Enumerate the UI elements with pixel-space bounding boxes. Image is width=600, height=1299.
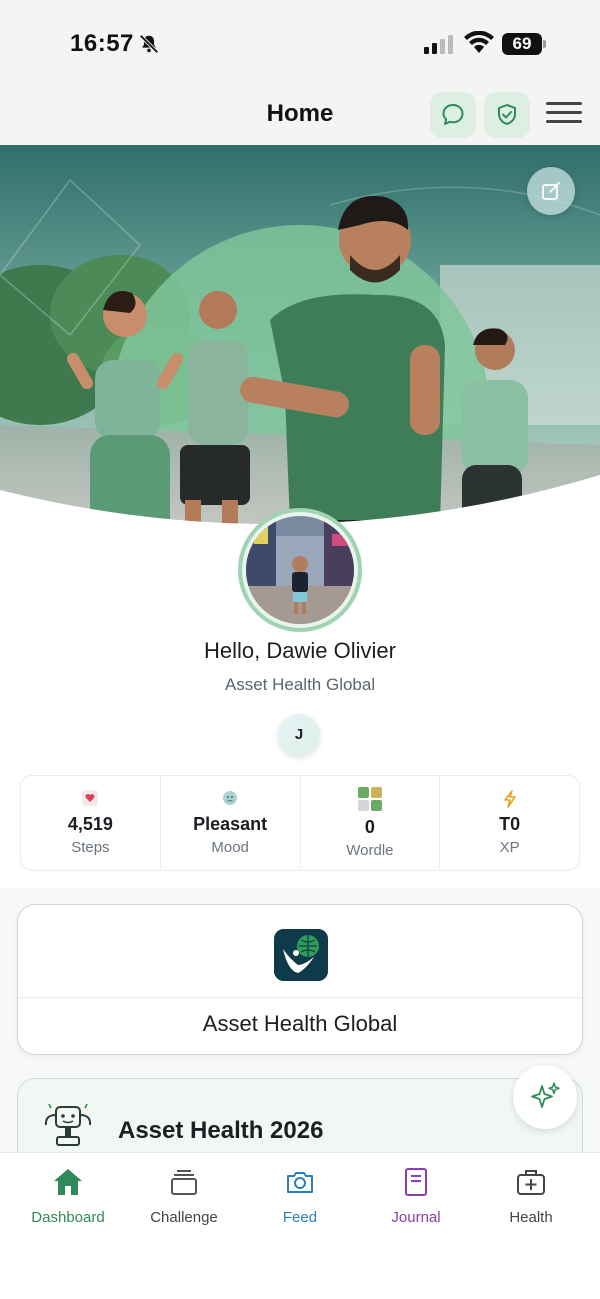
wordle-grid-icon bbox=[357, 787, 382, 811]
profile-avatar[interactable] bbox=[238, 508, 362, 632]
ai-assistant-button[interactable] bbox=[513, 1065, 577, 1129]
user-initial-badge[interactable]: J bbox=[278, 714, 320, 756]
tab-health[interactable]: Health bbox=[476, 1165, 586, 1226]
hero-runners-image bbox=[0, 145, 600, 540]
signal-icon bbox=[424, 35, 453, 54]
challenge-title: Asset Health 2026 bbox=[118, 1117, 324, 1144]
wifi-icon bbox=[464, 31, 494, 53]
shield-check-icon bbox=[498, 104, 516, 125]
lightning-icon bbox=[503, 790, 516, 808]
home-icon bbox=[54, 1169, 82, 1195]
stats-row: 4,519 Steps Pleasant Mood 0 Wordle T0 XP bbox=[20, 775, 580, 871]
tab-dashboard[interactable]: Dashboard bbox=[13, 1165, 123, 1226]
card-divider bbox=[18, 997, 582, 998]
tab-label: Dashboard bbox=[31, 1209, 105, 1226]
tab-feed[interactable]: Feed bbox=[245, 1165, 355, 1226]
tab-label: Journal bbox=[391, 1209, 441, 1226]
asset-health-logo-icon bbox=[274, 929, 328, 981]
mood-face-icon bbox=[223, 791, 238, 805]
sparkles-icon bbox=[531, 1082, 560, 1108]
organization-card[interactable]: Asset Health Global bbox=[17, 904, 583, 1055]
stat-value: 0 bbox=[364, 817, 375, 837]
tab-journal[interactable]: Journal bbox=[361, 1165, 471, 1226]
medical-bag-icon bbox=[517, 1170, 545, 1195]
stat-label: Steps bbox=[71, 839, 110, 856]
battery-indicator: 69 bbox=[502, 33, 546, 55]
tab-label: Feed bbox=[282, 1209, 318, 1226]
battery-level: 69 bbox=[502, 33, 542, 55]
organization-subtitle: Asset Health Global bbox=[224, 675, 376, 694]
bottom-tab-bar: Dashboard Challenge Feed Journal Health bbox=[0, 1152, 600, 1299]
stat-label: Wordle bbox=[346, 842, 394, 859]
tab-challenge[interactable]: Challenge bbox=[129, 1165, 239, 1226]
chat-bubble-icon bbox=[442, 104, 464, 125]
edit-icon bbox=[542, 182, 560, 200]
hero-banner bbox=[0, 145, 600, 540]
stat-xp[interactable]: T0 XP bbox=[440, 776, 579, 870]
stat-value: T0 bbox=[499, 814, 521, 834]
trophy-mascot-icon bbox=[44, 1103, 92, 1146]
stat-label: XP bbox=[499, 839, 520, 856]
avatar-photo bbox=[246, 516, 354, 624]
chat-button[interactable] bbox=[430, 92, 476, 138]
heart-icon bbox=[82, 790, 99, 806]
stat-label: Mood bbox=[211, 839, 249, 856]
stat-value: Pleasant bbox=[193, 814, 268, 834]
organization-name: Asset Health Global bbox=[202, 1011, 398, 1036]
greeting-text: Hello, Dawie Olivier bbox=[204, 638, 396, 663]
app-header: Home bbox=[0, 90, 600, 145]
security-button[interactable] bbox=[484, 92, 530, 138]
edit-banner-button[interactable] bbox=[527, 167, 575, 215]
journal-icon bbox=[405, 1168, 427, 1196]
stack-icon bbox=[171, 1170, 197, 1195]
organization-logo bbox=[274, 929, 328, 981]
stat-mood[interactable]: Pleasant Mood bbox=[161, 776, 301, 870]
stat-value: 4,519 bbox=[67, 814, 113, 834]
tab-label: Challenge bbox=[150, 1209, 218, 1226]
stat-steps[interactable]: 4,519 Steps bbox=[21, 776, 161, 870]
stat-wordle[interactable]: 0 Wordle bbox=[301, 776, 441, 870]
status-time: 16:57 bbox=[70, 30, 134, 57]
status-bar: 16:57 69 bbox=[0, 0, 600, 90]
tab-label: Health bbox=[509, 1209, 553, 1226]
bell-muted-icon bbox=[139, 34, 159, 54]
hamburger-menu-button[interactable] bbox=[546, 102, 582, 128]
camera-icon bbox=[287, 1172, 313, 1193]
